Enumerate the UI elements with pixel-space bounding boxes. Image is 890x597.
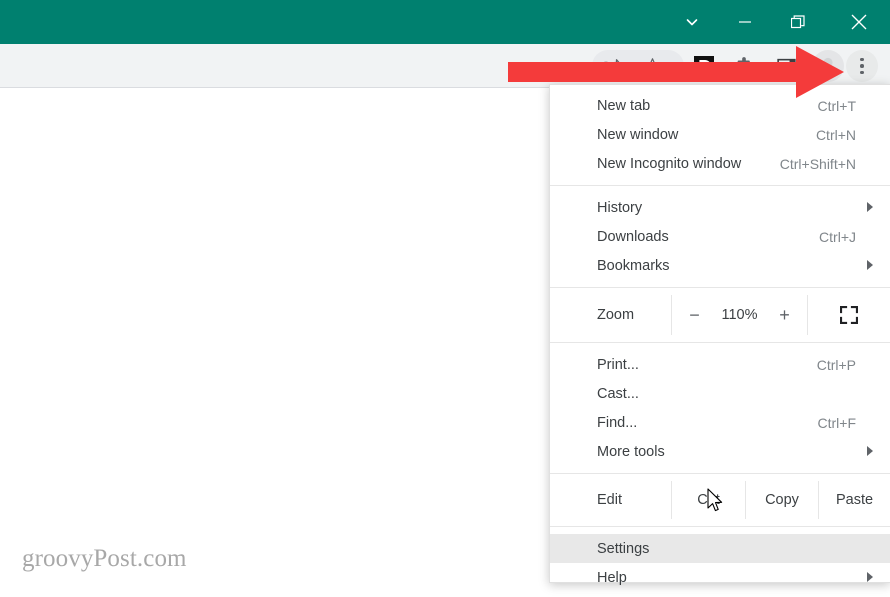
menu-item-new-incognito-window[interactable]: New Incognito window Ctrl+Shift+N [550,149,890,178]
menu-item-downloads[interactable]: Downloads Ctrl+J [550,222,890,251]
menu-item-label: New Incognito window [597,155,742,172]
menu-item-shortcut: Ctrl+F [817,414,857,431]
menu-dot [860,64,864,68]
menu-item-label: Downloads [597,228,669,245]
tab-search-button[interactable] [676,6,708,38]
minimize-icon [739,21,751,23]
chrome-browser-window: groovyPost.com New tab Ctrl+T New window… [0,0,890,597]
menu-item-label: Cast... [597,385,639,402]
zoom-out-button[interactable]: − [676,305,714,326]
copy-button[interactable]: Copy [745,481,818,519]
mouse-cursor [707,488,723,512]
submenu-arrow-icon [866,200,874,216]
menu-item-label: Settings [597,540,650,557]
menu-item-label: Find... [597,414,638,431]
zoom-row: Zoom − 110% + [550,295,890,335]
menu-item-shortcut: Ctrl+Shift+N [779,155,856,172]
menu-item-bookmarks[interactable]: Bookmarks [550,251,890,280]
edit-label: Edit [597,492,622,508]
menu-item-label: Print... [597,356,639,373]
submenu-arrow-icon [866,570,874,586]
menu-item-history[interactable]: History [550,193,890,222]
menu-item-shortcut: Ctrl+P [816,356,856,373]
menu-separator [550,342,890,343]
fullscreen-button[interactable] [808,295,890,335]
menu-separator [550,473,890,474]
zoom-controls: − 110% + [671,295,808,335]
menu-item-cast[interactable]: Cast... [550,379,890,408]
menu-separator [550,185,890,186]
menu-separator [550,287,890,288]
zoom-label: Zoom [597,307,635,323]
chrome-menu-button[interactable] [846,50,878,82]
menu-separator [550,526,890,527]
menu-item-shortcut: Ctrl+N [815,126,856,143]
menu-item-label: Bookmarks [597,257,670,274]
menu-item-label: More tools [597,443,665,460]
menu-item-more-tools[interactable]: More tools [550,437,890,466]
fullscreen-icon [840,306,858,324]
zoom-in-button[interactable]: + [766,305,804,326]
menu-item-label: Help [597,569,627,586]
zoom-level-value: 110% [721,307,758,323]
menu-item-help[interactable]: Help [550,563,890,592]
paste-button[interactable]: Paste [818,481,890,519]
submenu-arrow-icon [866,258,874,274]
menu-item-label: New window [597,126,679,143]
menu-item-shortcut: Ctrl+J [819,228,856,245]
menu-dot [860,70,864,75]
submenu-arrow-icon [866,444,874,460]
menu-item-print[interactable]: Print... Ctrl+P [550,350,890,379]
menu-item-settings[interactable]: Settings [550,534,890,563]
annotation-arrow [508,46,844,98]
menu-item-label: History [597,199,643,216]
menu-item-find[interactable]: Find... Ctrl+F [550,408,890,437]
menu-item-new-window[interactable]: New window Ctrl+N [550,120,890,149]
menu-dot [860,57,864,62]
watermark: groovyPost.com [22,545,187,572]
chevron-down-icon [686,19,698,26]
restore-icon [791,15,805,29]
close-icon [851,14,867,30]
